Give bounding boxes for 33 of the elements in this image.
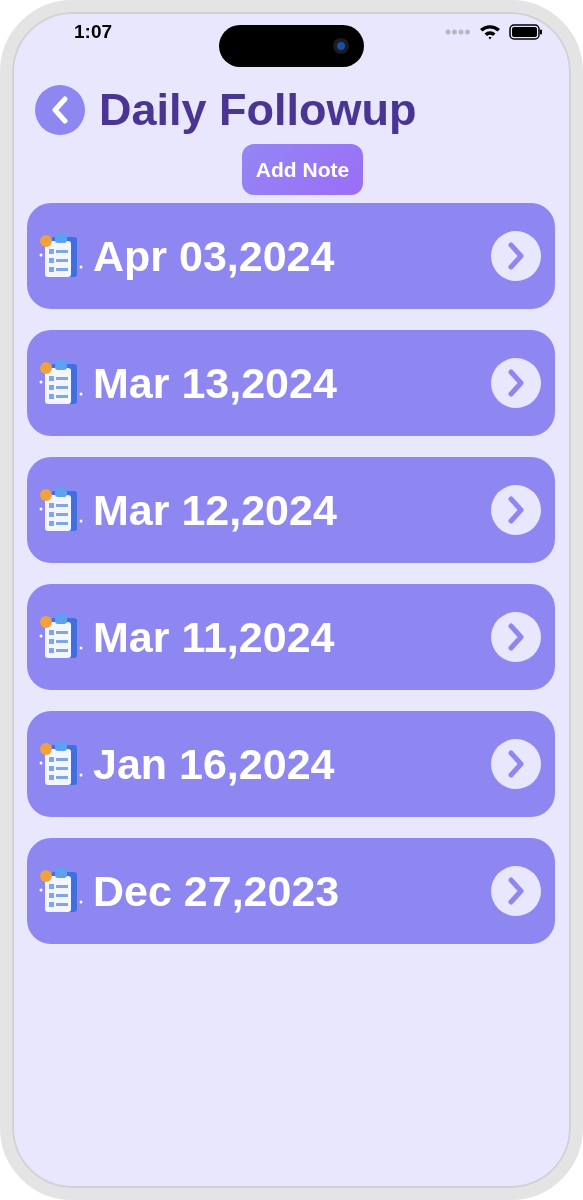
chevron-right-icon — [506, 242, 526, 270]
followup-date: Jan 16,2024 — [93, 739, 336, 789]
open-button[interactable] — [491, 612, 541, 662]
followup-row[interactable]: Mar 12,2024 — [27, 457, 555, 563]
chevron-right-icon — [506, 369, 526, 397]
followup-date: Dec 27,2023 — [93, 866, 341, 916]
open-button[interactable] — [491, 485, 541, 535]
followup-row[interactable]: Apr 03,2024 — [27, 203, 555, 309]
chevron-right-icon — [506, 623, 526, 651]
followup-row[interactable]: Jan 16,2024 — [27, 711, 555, 817]
followup-date: Mar 13,2024 — [93, 358, 338, 408]
open-button[interactable] — [491, 358, 541, 408]
chevron-right-icon — [506, 496, 526, 524]
back-button[interactable] — [35, 85, 85, 135]
chevron-right-icon — [506, 877, 526, 905]
followup-date: Mar 12,2024 — [93, 485, 338, 535]
chevron-right-icon — [506, 750, 526, 778]
open-button[interactable] — [491, 231, 541, 281]
status-time: 1:07 — [74, 21, 113, 43]
followup-date: Mar 11,2024 — [93, 612, 336, 662]
wifi-icon — [479, 24, 501, 40]
followup-date: Apr 03,2024 — [93, 231, 336, 281]
back-icon — [50, 96, 70, 124]
signal-dots-icon — [445, 29, 471, 35]
page-title: Daily Followup — [99, 84, 417, 136]
followup-row[interactable]: Mar 11,2024 — [27, 584, 555, 690]
followup-row[interactable]: Dec 27,2023 — [27, 838, 555, 944]
open-button[interactable] — [491, 866, 541, 916]
add-note-button[interactable]: Add Note — [241, 144, 364, 195]
open-button[interactable] — [491, 739, 541, 789]
battery-icon — [509, 24, 543, 40]
camera-icon — [332, 37, 350, 55]
followup-row[interactable]: Mar 13,2024 — [27, 330, 555, 436]
